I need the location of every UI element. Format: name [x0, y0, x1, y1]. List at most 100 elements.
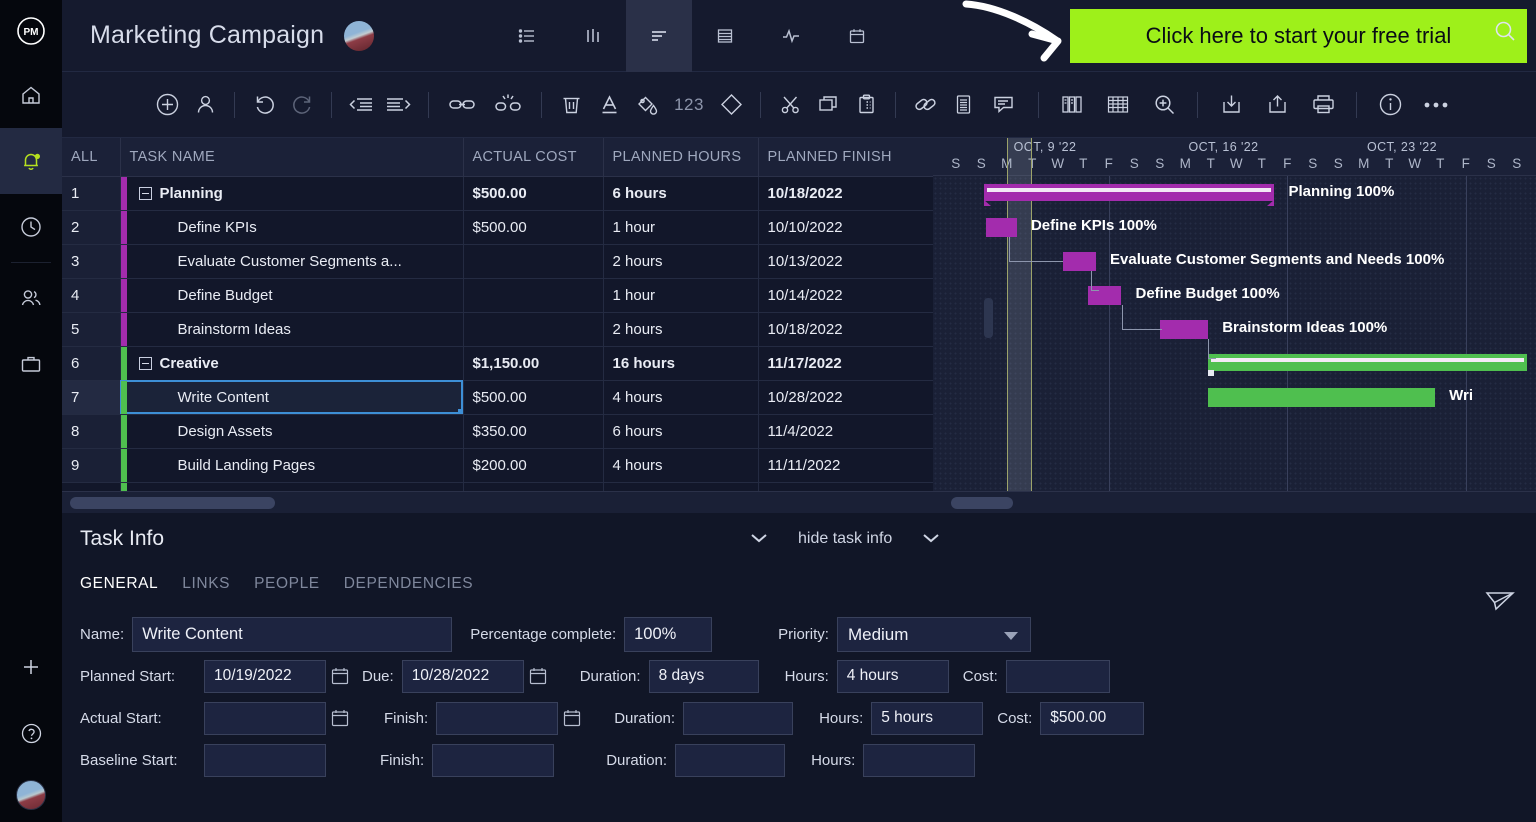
baseline-hours-field[interactable]: [863, 743, 976, 777]
tab-links[interactable]: LINKS: [182, 575, 230, 593]
hide-task-info-button[interactable]: hide task info: [748, 530, 942, 548]
cell-planned-hours[interactable]: 2 hours: [603, 312, 759, 347]
cell-planned-finish[interactable]: 11/4/2022: [758, 414, 933, 449]
gantt-hscroll-thumb[interactable]: [951, 497, 1013, 509]
sidebar-item-portfolio[interactable]: [0, 331, 62, 397]
planned-hours-field[interactable]: [836, 659, 949, 693]
column-header-planned-hours[interactable]: PLANNED HOURS: [603, 138, 759, 177]
cell-planned-finish[interactable]: 11/17/2022: [758, 346, 933, 381]
avatar[interactable]: [16, 780, 46, 810]
cell-planned-hours[interactable]: 4 hours: [603, 448, 759, 483]
cell-task-name[interactable]: Design Assets: [120, 414, 464, 449]
add-button[interactable]: [0, 634, 62, 700]
actual-finish-field[interactable]: [436, 701, 559, 735]
tab-workload-view[interactable]: [758, 0, 824, 72]
cell-planned-hours[interactable]: 1 hour: [603, 210, 759, 245]
tab-calendar-view[interactable]: [824, 0, 890, 72]
more-button[interactable]: [1413, 85, 1459, 125]
actual-hours-field[interactable]: [871, 701, 984, 735]
table-hscrollbar[interactable]: [62, 491, 933, 513]
milestone-button[interactable]: [712, 85, 750, 125]
font-color-button[interactable]: [590, 85, 628, 125]
cell-task-name[interactable]: Evaluate Customer Segments a...: [120, 244, 464, 279]
cell-actual-cost[interactable]: $200.00: [463, 448, 604, 483]
tab-dependencies[interactable]: DEPENDENCIES: [344, 575, 474, 593]
actual-start-calendar-button[interactable]: [330, 708, 350, 728]
actual-start-field[interactable]: [204, 701, 326, 735]
indent-button[interactable]: [380, 85, 418, 125]
help-button[interactable]: [0, 700, 62, 766]
cell-actual-cost[interactable]: $500.00: [463, 210, 604, 245]
cell-task-name[interactable]: Write Content: [120, 380, 464, 415]
table-row[interactable]: 1 Planning $500.00 6 hours 10/18/2022: [62, 176, 933, 211]
cell-actual-cost[interactable]: $1,150.00: [463, 346, 604, 381]
actual-finish-calendar-button[interactable]: [562, 708, 582, 728]
unlink-tasks-button[interactable]: [485, 85, 531, 125]
cell-actual-cost[interactable]: $500.00: [463, 176, 604, 211]
column-header-all[interactable]: ALL: [62, 138, 121, 177]
info-button[interactable]: [1367, 85, 1413, 125]
cell-planned-hours[interactable]: 2 hours: [603, 244, 759, 279]
cell-planned-hours[interactable]: 6 hours: [603, 176, 759, 211]
sidebar-item-timesheets[interactable]: [0, 194, 62, 260]
cell-planned-finish[interactable]: 10/10/2022: [758, 210, 933, 245]
cut-button[interactable]: [771, 85, 809, 125]
table-row[interactable]: 9 Build Landing Pages $200.00 4 hours 11/11/…: [62, 448, 933, 483]
cell-actual-cost[interactable]: [463, 312, 604, 347]
zoom-button[interactable]: [1141, 85, 1187, 125]
cell-planned-finish[interactable]: 11/11/2022: [758, 448, 933, 483]
planned-start-field[interactable]: [204, 659, 326, 693]
attach-file-button[interactable]: [906, 85, 944, 125]
table-row[interactable]: 7 Write Content $500.00 4 hours 10/28/2022: [62, 380, 933, 415]
baseline-start-field[interactable]: [204, 743, 326, 777]
gantt-task-bar[interactable]: [1159, 320, 1209, 339]
table-row[interactable]: 3 Evaluate Customer Segments a... 2 hours 1…: [62, 244, 933, 279]
table-row[interactable]: 2 Define KPIs $500.00 1 hour 10/10/2022: [62, 210, 933, 245]
actual-cost-field[interactable]: [1040, 701, 1145, 735]
import-button[interactable]: [1208, 85, 1254, 125]
cell-task-name[interactable]: Build Landing Pages: [120, 448, 464, 483]
sidebar-item-team[interactable]: [0, 265, 62, 331]
cell-planned-hours[interactable]: 1 hour: [603, 278, 759, 313]
cell-actual-cost[interactable]: [463, 278, 604, 313]
table-row[interactable]: 8 Design Assets $350.00 6 hours 11/4/2022: [62, 414, 933, 449]
columns-button[interactable]: [1049, 85, 1095, 125]
collapse-toggle[interactable]: [138, 186, 152, 200]
add-task-button[interactable]: [148, 85, 186, 125]
link-tasks-button[interactable]: [439, 85, 485, 125]
table-row[interactable]: 6 Creative $1,150.00 16 hours 11/17/2022: [62, 346, 933, 381]
due-calendar-button[interactable]: [528, 666, 548, 686]
cell-planned-finish[interactable]: 10/13/2022: [758, 244, 933, 279]
cell-task-name[interactable]: Planning: [120, 176, 464, 211]
outdent-button[interactable]: [342, 85, 380, 125]
cell-planned-finish[interactable]: 10/28/2022: [758, 380, 933, 415]
baseline-duration-field[interactable]: [675, 743, 786, 777]
due-field[interactable]: [401, 659, 524, 693]
tab-general[interactable]: GENERAL: [80, 575, 158, 593]
number-format-button[interactable]: 123: [666, 85, 712, 125]
notes-button[interactable]: [944, 85, 982, 125]
paste-button[interactable]: [847, 85, 885, 125]
percentage-complete-field[interactable]: [624, 616, 713, 652]
tab-list-view[interactable]: [494, 0, 560, 72]
fill-color-button[interactable]: [628, 85, 666, 125]
print-button[interactable]: [1300, 85, 1346, 125]
selection-handle[interactable]: [457, 408, 462, 413]
baseline-finish-field[interactable]: [432, 743, 555, 777]
export-button[interactable]: [1254, 85, 1300, 125]
gantt-hscrollbar[interactable]: [933, 491, 1536, 513]
table-row[interactable]: 5 Brainstorm Ideas 2 hours 10/18/2022: [62, 312, 933, 347]
column-header-planned-finish[interactable]: PLANNED FINISH: [758, 138, 933, 177]
panel-resize-handle[interactable]: [984, 298, 993, 338]
cell-planned-finish[interactable]: 10/14/2022: [758, 278, 933, 313]
cell-actual-cost[interactable]: $500.00: [463, 380, 604, 415]
send-button[interactable]: [1484, 588, 1516, 619]
collapse-toggle[interactable]: [138, 356, 152, 370]
cell-planned-finish[interactable]: 10/18/2022: [758, 312, 933, 347]
tab-gantt-view[interactable]: [626, 0, 693, 72]
column-header-task-name[interactable]: TASK NAME: [120, 138, 464, 177]
sidebar-item-notifications[interactable]: [0, 128, 62, 194]
planned-start-calendar-button[interactable]: [330, 666, 350, 686]
tab-people[interactable]: PEOPLE: [254, 575, 320, 593]
priority-select[interactable]: Medium: [836, 616, 1031, 652]
